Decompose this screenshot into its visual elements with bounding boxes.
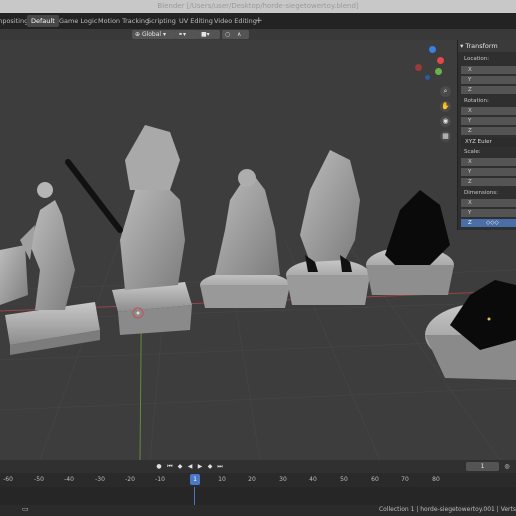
dimensions-x-field[interactable]: X [461,199,516,207]
location-y-field[interactable]: Y [461,76,516,84]
snap-toggle[interactable]: ■▾ [198,30,220,39]
falloff-button[interactable]: ∧ [234,30,249,39]
workspace-tabs-bar: mpositing Default Game Logic Motion Trac… [0,13,516,29]
window-titlebar: Blender [/Users/user/Desktop/horde-siege… [0,0,516,13]
jump-start-icon[interactable]: ⏮ [166,463,174,471]
scale-y-field[interactable]: Y [461,168,516,176]
dimensions-label: Dimensions: [464,190,498,196]
ruler-tick: 50 [340,476,348,483]
snap-icon: ■▾ [201,31,210,38]
statue-robed [200,169,290,308]
ruler-tick: -20 [125,476,135,483]
timeline-header: ● ⏮ ◆ ◀ ▶ ◆ ⏭ 1 ◎ [0,460,516,473]
transform-title-label: Transform [465,42,498,50]
dimensions-z-value: ◇◇◇ [486,220,499,226]
ruler-tick: 80 [432,476,440,483]
record-icon[interactable]: ● [155,463,163,471]
3d-viewport[interactable]: ⌕ ✋ ◉ ▦ [0,40,516,460]
tab-default[interactable]: Default [27,15,59,27]
ruler-tick: 40 [309,476,317,483]
navigation-gizmo[interactable] [413,46,447,80]
orientation-label: Global [141,31,162,38]
location-x-field[interactable]: X [461,66,516,74]
location-z-field[interactable]: Z [461,86,516,94]
link-icon: ⚭▾ [178,31,187,38]
proportional-icon: ○ [225,31,231,38]
ruler-tick: -50 [34,476,44,483]
statue-beast [286,150,370,305]
camera-icon[interactable]: ◉ [440,116,451,127]
rotation-x-field[interactable]: X [461,107,516,115]
gizmo-neg-x-axis[interactable] [415,64,422,71]
scale-z-field[interactable]: Z [461,178,516,186]
rotation-mode-select[interactable]: XYZ Euler [461,138,516,147]
playhead-frame-indicator[interactable]: 1 [190,474,200,485]
current-frame-field[interactable]: 1 [466,462,499,471]
hand-icon[interactable]: ✋ [440,101,451,112]
status-bar: ▭ Collection 1 | horde-siegetowertoy.001… [0,505,516,516]
chevron-down-icon: ▾ [161,31,166,38]
dimensions-y-field[interactable]: Y [461,209,516,217]
location-label: Location: [464,56,490,62]
gizmo-z-axis[interactable] [429,46,436,53]
falloff-icon: ∧ [237,31,242,38]
timeline-tracks[interactable] [0,487,516,505]
rotation-y-field[interactable]: Y [461,117,516,125]
status-info-text: Collection 1 | horde-siegetowertoy.001 |… [378,506,516,513]
transform-orientation-select[interactable]: ⊕ Global ▾ [132,30,176,39]
mouse-icon: ▭ [22,505,29,513]
dimensions-z-field[interactable]: Z ◇◇◇ [461,219,516,227]
ruler-tick: 10 [218,476,226,483]
zoom-icon[interactable]: ⌕ [440,86,451,97]
gizmo-x-axis[interactable] [437,57,444,64]
gizmo-neg-z-axis[interactable] [425,75,430,80]
orientation-icon: ⊕ [135,31,142,38]
prev-keyframe-icon[interactable]: ◆ [176,463,184,471]
window-title: Blender [/Users/user/Desktop/horde-siege… [157,2,359,10]
rotation-z-field[interactable]: Z [461,127,516,135]
scale-label: Scale: [464,149,481,155]
rotation-label: Rotation: [464,98,489,104]
jump-end-icon[interactable]: ⏭ [216,463,224,471]
scale-x-field[interactable]: X [461,158,516,166]
next-keyframe-icon[interactable]: ◆ [206,463,214,471]
play-icon[interactable]: ▶ [196,463,204,471]
dimensions-z-axis-label: Z [468,220,472,226]
ruler-tick: -40 [64,476,74,483]
ruler-tick: -10 [155,476,165,483]
ruler-tick: 20 [248,476,256,483]
play-reverse-icon[interactable]: ◀ [186,463,194,471]
ruler-tick: 30 [279,476,287,483]
ruler-tick: 70 [401,476,409,483]
statue-shadow-1 [366,190,454,295]
grid-icon[interactable]: ▦ [440,131,451,142]
ruler-tick: -60 [3,476,13,483]
statue-elf [0,182,100,355]
auto-keying-icon[interactable]: ◎ [503,463,511,471]
ruler-tick: -30 [95,476,105,483]
gizmo-y-axis[interactable] [435,68,442,75]
timeline-ruler[interactable]: -60 -50 -40 -30 -20 -10 1 10 20 30 40 50… [0,473,516,487]
transform-panel-title[interactable]: ▾ Transform [458,40,516,52]
playhead-line [194,487,195,505]
pivot-point-button[interactable]: ⚭▾ [175,30,199,39]
add-workspace-button[interactable]: + [251,15,267,27]
viewport-scene [0,125,516,460]
ruler-tick: 60 [371,476,379,483]
